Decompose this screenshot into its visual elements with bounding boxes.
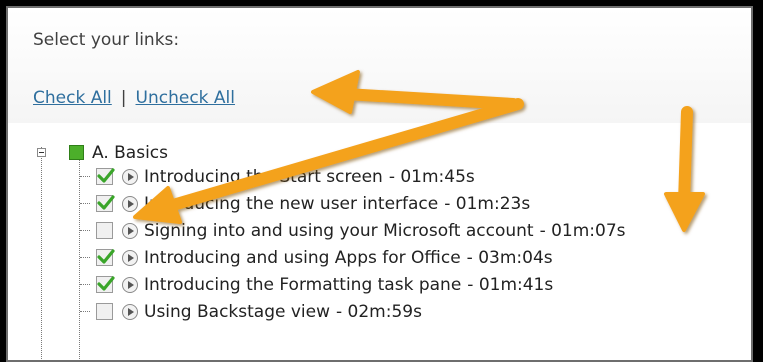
play-icon[interactable] bbox=[122, 168, 138, 185]
item-duration: - 01m:41s bbox=[467, 274, 554, 295]
list-item[interactable]: Introducing the Formatting task pane - 01… bbox=[80, 271, 553, 298]
section-row[interactable]: A. Basics bbox=[37, 139, 168, 166]
checkbox-icon[interactable] bbox=[96, 276, 115, 293]
checkbox-icon[interactable] bbox=[96, 222, 113, 239]
item-duration: - 01m:07s bbox=[539, 220, 626, 241]
item-duration: - 01m:23s bbox=[444, 193, 531, 214]
list-item[interactable]: Signing into and using your Microsoft ac… bbox=[80, 217, 626, 244]
checkbox-icon[interactable] bbox=[96, 303, 113, 320]
list-item[interactable]: Introducing the Start screen - 01m:45s bbox=[80, 163, 475, 190]
tree-collapse-icon[interactable] bbox=[37, 148, 46, 157]
item-title[interactable]: Introducing the Formatting task pane bbox=[144, 275, 461, 295]
checkbox-icon[interactable] bbox=[96, 249, 115, 266]
play-icon[interactable] bbox=[122, 303, 138, 320]
list-item[interactable]: Introducing and using Apps for Office - 0… bbox=[80, 244, 553, 271]
checkbox-icon[interactable] bbox=[96, 168, 115, 185]
play-icon[interactable] bbox=[122, 195, 138, 212]
tree-connector bbox=[80, 230, 90, 231]
section-title: A. Basics bbox=[92, 142, 169, 163]
tree-connector bbox=[80, 311, 90, 312]
checkbox-icon[interactable] bbox=[96, 195, 115, 212]
links-separator: | bbox=[120, 88, 127, 108]
item-title[interactable]: Using Backstage view bbox=[144, 302, 330, 322]
select-links-label: Select your links: bbox=[33, 30, 180, 50]
list-item[interactable]: Using Backstage view - 02m:59s bbox=[80, 298, 422, 325]
tree-connector bbox=[80, 176, 90, 177]
check-links-bar: Check All | Uncheck All bbox=[33, 88, 235, 108]
link-selection-panel: Select your links: Check All | Uncheck All… bbox=[6, 6, 753, 362]
item-title[interactable]: Introducing the Start screen bbox=[144, 167, 383, 187]
item-title[interactable]: Introducing and using Apps for Office bbox=[144, 248, 461, 268]
play-icon[interactable] bbox=[122, 276, 138, 293]
play-icon[interactable] bbox=[122, 249, 138, 266]
list-item[interactable]: Introducing the new user interface - 01m:… bbox=[80, 190, 530, 217]
tree-connector bbox=[80, 284, 90, 285]
section-green-icon[interactable] bbox=[69, 145, 84, 160]
tree-connector bbox=[80, 257, 90, 258]
check-all-link[interactable]: Check All bbox=[33, 88, 112, 108]
item-duration: - 03m:04s bbox=[466, 247, 553, 268]
play-icon[interactable] bbox=[122, 222, 138, 239]
tree-guide-line bbox=[41, 147, 42, 360]
item-duration: - 02m:59s bbox=[336, 301, 422, 322]
item-duration: - 01m:45s bbox=[388, 166, 475, 187]
tree-connector bbox=[80, 203, 90, 204]
item-title[interactable]: Introducing the new user interface bbox=[144, 194, 438, 214]
item-title[interactable]: Signing into and using your Microsoft ac… bbox=[144, 221, 534, 241]
panel-header: Select your links: Check All | Uncheck All bbox=[8, 8, 751, 123]
uncheck-all-link[interactable]: Uncheck All bbox=[136, 88, 235, 108]
